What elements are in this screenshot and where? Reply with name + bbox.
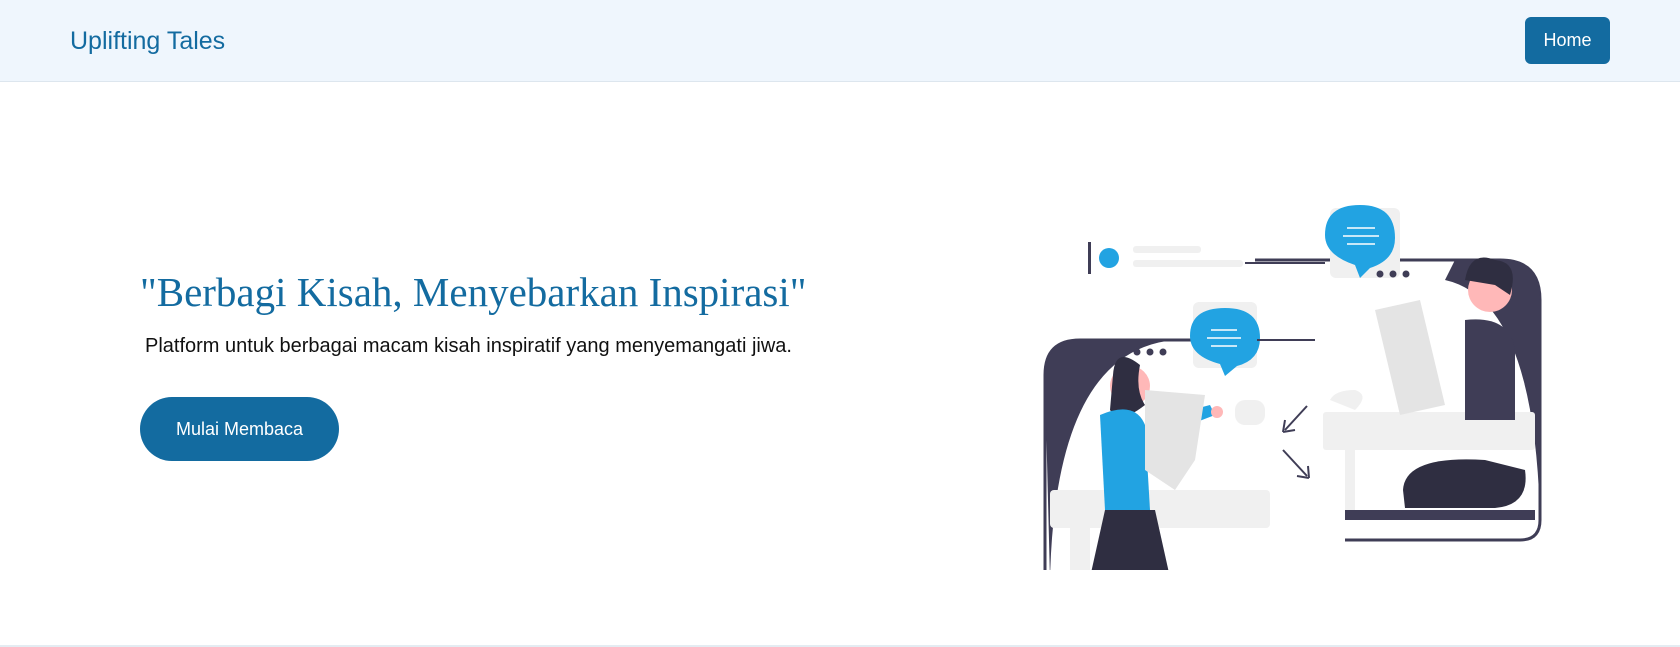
speech-bubble-icon (1325, 205, 1400, 278)
hero-section: "Berbagi Kisah, Menyebarkan Inspirasi" P… (0, 82, 1680, 645)
hero-title: "Berbagi Kisah, Menyebarkan Inspirasi" (140, 269, 807, 315)
hero-illustration (1043, 205, 1542, 570)
brand-logo-link[interactable]: Uplifting Tales (70, 24, 225, 58)
speech-bubble-icon (1190, 302, 1260, 376)
home-button[interactable]: Home (1525, 17, 1610, 64)
arrow-icon (1282, 405, 1308, 433)
arrow-icon (1282, 449, 1310, 479)
hero-subtitle: Platform untuk berbagai macam kisah insp… (145, 335, 792, 357)
start-reading-button[interactable]: Mulai Membaca (140, 397, 339, 461)
top-navbar: Uplifting Tales Home (0, 0, 1680, 82)
